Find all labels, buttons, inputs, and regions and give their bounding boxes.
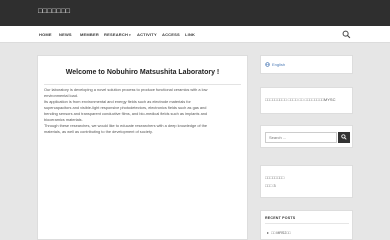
info-line: □□□ 3 — [265, 183, 276, 188]
nav-research-label: RESEARCH — [104, 32, 129, 37]
search-input[interactable] — [265, 132, 337, 143]
recent-post-label: □□ MRS2□□ — [271, 231, 291, 235]
recent-posts-widget: RECENT POSTS □□ MRS2□□ — [260, 210, 353, 240]
recent-posts-heading: RECENT POSTS — [265, 216, 296, 220]
welcome-title: Welcome to Nobuhiro Matsushita Laborator… — [65, 69, 220, 76]
nav-member[interactable]: MEMBER — [80, 32, 99, 37]
globe-icon — [265, 62, 270, 67]
nav-news[interactable]: NEWS — [59, 32, 72, 37]
welcome-body: Our laboratory is developing a novel sol… — [44, 87, 243, 135]
title-divider — [44, 84, 241, 85]
english-link[interactable]: English — [272, 62, 285, 67]
search-icon — [341, 134, 347, 140]
links-widget: □□□□□□□□□ □□□□ □□ □□□□□□□□MYSC — [260, 87, 353, 114]
nav-home[interactable]: HOME — [39, 32, 52, 37]
main-navigation: HOME NEWS MEMBER RESEARCH▾ ACTIVITY ACCE… — [0, 26, 390, 43]
info-widget: □□□□□□□□ □□□ 3 — [260, 165, 353, 198]
language-widget: English — [260, 55, 353, 74]
nav-activity[interactable]: ACTIVITY — [137, 32, 157, 37]
recent-post-link[interactable]: □□ MRS2□□ — [267, 231, 291, 235]
search-button[interactable] — [338, 132, 350, 143]
chevron-down-icon: ▾ — [129, 33, 131, 37]
nav-research[interactable]: RESEARCH▾ — [104, 32, 131, 37]
welcome-article: Welcome to Nobuhiro Matsushita Laborator… — [37, 55, 248, 240]
search-icon[interactable] — [342, 30, 351, 39]
info-line[interactable]: □□□□□□□□ — [265, 175, 284, 180]
site-header: □□□□□□□ — [0, 0, 390, 26]
nav-link[interactable]: LINK — [185, 32, 195, 37]
site-title[interactable]: □□□□□□□ — [38, 8, 70, 15]
search-widget — [260, 125, 353, 148]
links-text[interactable]: □□□□□□□□□ □□□□ □□ □□□□□□□□MYSC — [265, 97, 335, 102]
bullet-arrow-icon — [267, 232, 269, 234]
recent-divider — [265, 223, 349, 224]
body-line: materials, as well as contributing to th… — [44, 128, 153, 134]
nav-access[interactable]: ACCESS — [162, 32, 180, 37]
